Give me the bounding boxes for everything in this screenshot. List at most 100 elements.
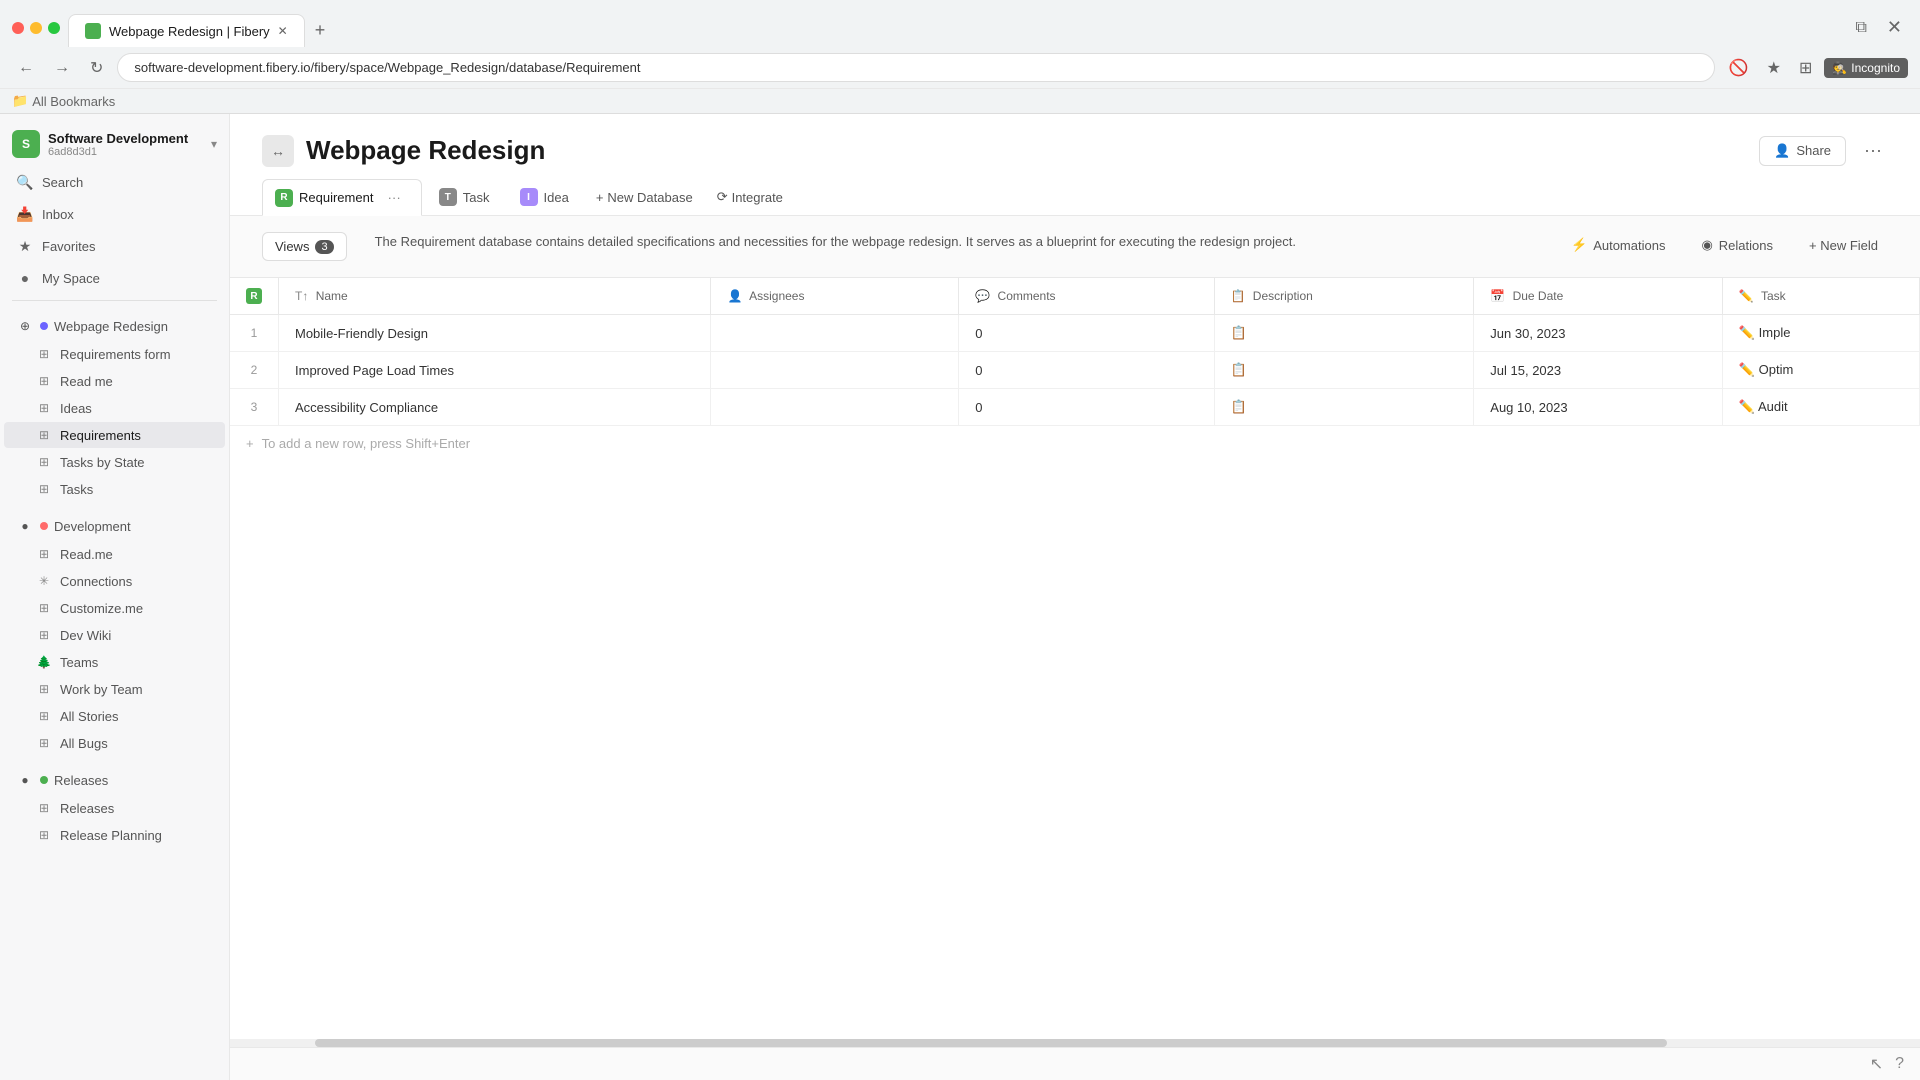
views-button[interactable]: Views 3: [262, 232, 347, 261]
item-label-tasks: Tasks: [60, 482, 93, 497]
table-row[interactable]: 3 Accessibility Compliance 0 📋 Aug 10, 2…: [230, 389, 1920, 426]
sidebar-item-connections[interactable]: ✳ Connections: [4, 568, 225, 594]
grid-icon: ⊞: [36, 346, 52, 362]
new-field-btn[interactable]: + New Field: [1799, 233, 1888, 258]
row-3-description[interactable]: 📋: [1214, 389, 1474, 426]
new-database-label: New Database: [607, 190, 692, 205]
sidebar-item-requirements-form[interactable]: ⊞ Requirements form: [4, 341, 225, 367]
add-row-hint[interactable]: + To add a new row, press Shift+Enter: [230, 426, 1920, 461]
row-3-name[interactable]: Accessibility Compliance: [279, 389, 711, 426]
grid-icon-2: ⊞: [36, 373, 52, 389]
search-icon: 🔍: [16, 173, 34, 191]
add-row-plus-icon: +: [246, 436, 254, 451]
table-row[interactable]: 2 Improved Page Load Times 0 📋 Jul 15, 2…: [230, 352, 1920, 389]
tab-requirement[interactable]: R Requirement ···: [262, 179, 422, 216]
col-header-description[interactable]: 📋 Description: [1214, 278, 1474, 315]
sidebar-item-release-planning[interactable]: ⊞ Release Planning: [4, 822, 225, 848]
row-2-num: 2: [230, 352, 279, 389]
sidebar-item-requirements[interactable]: ⊞ Requirements: [4, 422, 225, 448]
tab-task[interactable]: T Task: [426, 181, 503, 213]
row-2-name[interactable]: Improved Page Load Times: [279, 352, 711, 389]
maximize-window-btn[interactable]: [48, 22, 60, 34]
row-2-description[interactable]: 📋: [1214, 352, 1474, 389]
grid-icon-12: ⊞: [36, 735, 52, 751]
sidebar-item-releases[interactable]: ⊞ Releases: [4, 795, 225, 821]
split-view-icon[interactable]: ⊞: [1793, 54, 1818, 82]
forward-btn[interactable]: →: [48, 55, 76, 81]
description-icon-2: 📋: [1231, 362, 1247, 377]
sidebar-favorites[interactable]: ★ Favorites: [4, 231, 225, 261]
col-header-comments[interactable]: 💬 Comments: [959, 278, 1214, 315]
help-icon[interactable]: ?: [1895, 1055, 1904, 1073]
sidebar-item-all-bugs[interactable]: ⊞ All Bugs: [4, 730, 225, 756]
minimize-window-btn[interactable]: [30, 22, 42, 34]
address-bar[interactable]: software-development.fibery.io/fibery/sp…: [117, 53, 1714, 82]
sidebar-item-tasks-by-state[interactable]: ⊞ Tasks by State: [4, 449, 225, 475]
sidebar-item-work-by-team[interactable]: ⊞ Work by Team: [4, 676, 225, 702]
item-label-teams: Teams: [60, 655, 98, 670]
tab-requirement-more-btn[interactable]: ···: [379, 186, 408, 209]
row-3-assignees[interactable]: [711, 389, 959, 426]
integrate-label: Integrate: [732, 190, 783, 205]
sidebar-item-all-stories[interactable]: ⊞ All Stories: [4, 703, 225, 729]
sidebar-my-space[interactable]: ● My Space: [4, 263, 225, 293]
browser-close-btn[interactable]: ✕: [1881, 17, 1908, 38]
camera-off-icon[interactable]: 🚫: [1723, 54, 1755, 82]
task-col-label: Task: [1761, 289, 1786, 303]
tab-requirement-label: Requirement: [299, 190, 373, 205]
description-col-label: Description: [1253, 289, 1313, 303]
col-header-name[interactable]: T↑ Name: [279, 278, 711, 315]
incognito-badge[interactable]: 🕵 Incognito: [1824, 58, 1908, 78]
sidebar-inbox[interactable]: 📥 Inbox: [4, 199, 225, 229]
row-1-description[interactable]: 📋: [1214, 315, 1474, 352]
browser-toolbar: ← → ↻ software-development.fibery.io/fib…: [0, 47, 1920, 88]
row-1-name[interactable]: Mobile-Friendly Design: [279, 315, 711, 352]
sidebar-item-teams[interactable]: 🌲 Teams: [4, 649, 225, 675]
section-webpage-redesign: ⊕ Webpage Redesign ⊞ Requirements form ⊞…: [0, 311, 229, 503]
sidebar-item-dev-wiki[interactable]: ⊞ Dev Wiki: [4, 622, 225, 648]
integrate-btn[interactable]: ⟳ Integrate: [707, 183, 793, 211]
restore-down-btn[interactable]: ⧉: [1849, 19, 1872, 37]
tab-close-btn[interactable]: ✕: [278, 24, 288, 38]
sidebar-item-read-me-dev[interactable]: ⊞ Read.me: [4, 541, 225, 567]
col-header-num: R: [230, 278, 279, 315]
back-btn[interactable]: ←: [12, 55, 40, 81]
section-header-releases[interactable]: ● Releases: [4, 766, 225, 794]
bottom-bar: ↖ ?: [230, 1047, 1920, 1080]
reload-btn[interactable]: ↻: [84, 54, 109, 82]
workspace-header[interactable]: S Software Development 6ad8d3d1 ▾: [0, 122, 229, 166]
col-header-task[interactable]: ✏️ Task: [1722, 278, 1919, 315]
sidebar-search[interactable]: 🔍 Search: [4, 167, 225, 197]
due-date-col-label: Due Date: [1513, 289, 1564, 303]
tab-idea[interactable]: I Idea: [507, 181, 582, 213]
row-2-assignees[interactable]: [711, 352, 959, 389]
section-header-development[interactable]: ● Development: [4, 512, 225, 540]
content-actions: ⚡ Automations ◉ Relations + New Field: [1561, 232, 1888, 258]
active-tab[interactable]: Webpage Redesign | Fibery ✕: [68, 14, 305, 47]
close-window-btn[interactable]: [12, 22, 24, 34]
new-database-btn[interactable]: + New Database: [586, 184, 703, 211]
horizontal-scrollbar[interactable]: [230, 1039, 1920, 1047]
col-header-assignees[interactable]: 👤 Assignees: [711, 278, 959, 315]
row-1-assignees[interactable]: [711, 315, 959, 352]
new-tab-btn[interactable]: +: [305, 14, 336, 47]
sidebar-item-ideas[interactable]: ⊞ Ideas: [4, 395, 225, 421]
description-icon: 📋: [1231, 325, 1247, 340]
relations-btn[interactable]: ◉ Relations: [1691, 232, 1783, 258]
browser-chrome: Webpage Redesign | Fibery ✕ + ⧉ ✕ ← → ↻ …: [0, 0, 1920, 114]
task-col-icon: ✏️: [1739, 289, 1754, 303]
row-1-task: ✏️ Imple: [1722, 315, 1919, 352]
section-header-webpage-redesign[interactable]: ⊕ Webpage Redesign: [4, 312, 225, 340]
sidebar-item-tasks[interactable]: ⊞ Tasks: [4, 476, 225, 502]
bookmark-icon[interactable]: ★: [1761, 54, 1787, 82]
more-options-btn[interactable]: ···: [1858, 134, 1888, 167]
sidebar-item-customize-me[interactable]: ⊞ Customize.me: [4, 595, 225, 621]
section-label-webpage-redesign: Webpage Redesign: [54, 319, 168, 334]
col-header-due-date[interactable]: 📅 Due Date: [1474, 278, 1723, 315]
workspace-id: 6ad8d3d1: [48, 146, 203, 158]
automations-btn[interactable]: ⚡ Automations: [1561, 232, 1675, 258]
share-button[interactable]: 👤 Share: [1759, 136, 1846, 166]
table-row[interactable]: 1 Mobile-Friendly Design 0 📋 Jun 30, 202…: [230, 315, 1920, 352]
sidebar-item-read-me[interactable]: ⊞ Read me: [4, 368, 225, 394]
page-icon: ↔: [262, 135, 294, 167]
